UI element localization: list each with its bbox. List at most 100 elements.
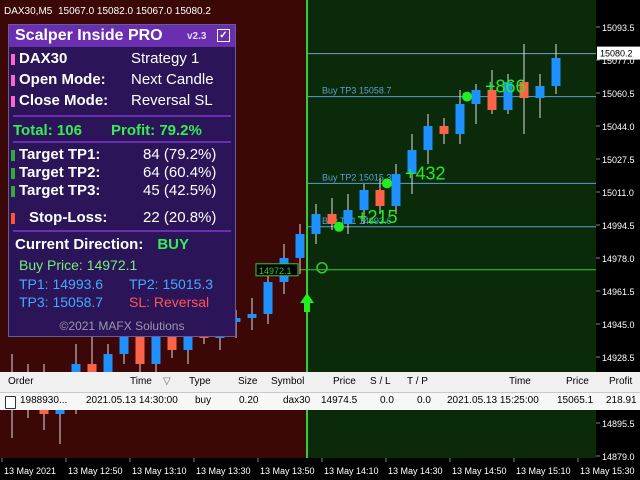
candle-body <box>295 234 305 258</box>
close-mode-value: Reversal SL <box>131 92 213 109</box>
panel-version: v2.3 <box>187 31 207 42</box>
info-tp3: TP3: 15058.7 <box>19 294 104 310</box>
candle-body <box>263 282 273 314</box>
x-tick-label: 13 May 13:50 <box>260 466 315 476</box>
table-row[interactable]: 1988930... 2021.05.13 14:30:00 buy 0.20 … <box>0 393 640 410</box>
current-direction: Current Direction: BUY <box>15 236 189 253</box>
y-tick-label: 14961.5 <box>602 287 635 297</box>
col-close-price[interactable]: Price <box>566 376 589 387</box>
tp-line-label: Buy TP3 15058.7 <box>322 86 391 96</box>
profit-label: +866 <box>485 77 526 97</box>
col-sl[interactable]: S / L <box>370 376 391 387</box>
candle-body <box>551 58 561 86</box>
tp2-value: 64 (60.4%) <box>143 164 217 181</box>
candle-body <box>455 104 465 134</box>
candle-body <box>471 90 481 104</box>
col-type[interactable]: Type <box>189 376 211 387</box>
col-size[interactable]: Size <box>238 376 257 387</box>
info-tp2: TP2: 15015.3 <box>129 276 214 292</box>
candle-body <box>311 214 321 234</box>
x-tick-label: 13 May 15:10 <box>516 466 571 476</box>
divider <box>13 141 231 143</box>
cell-size: 0.20 <box>239 395 259 406</box>
candle-body <box>535 86 545 98</box>
y-tick-label: 14895.5 <box>602 419 635 429</box>
marker-icon <box>11 54 15 65</box>
close-mode-label: Close Mode: <box>19 92 109 109</box>
candle-body <box>439 126 449 134</box>
candle-body <box>343 210 353 224</box>
info-sl: SL: Reversal <box>129 294 210 310</box>
sort-icon[interactable]: ▽ <box>163 376 171 387</box>
ticket-icon <box>5 396 16 409</box>
profit-label: +432 <box>405 163 446 183</box>
panel-row-symbol: DAX30 Strategy 1 <box>9 50 235 68</box>
tp2-label: Target TP2: <box>19 164 101 181</box>
tp3-label: Target TP3: <box>19 182 101 199</box>
panel-row-tp2: Target TP2: 64 (60.4%) <box>9 164 235 182</box>
y-tick-label: 14879.0 <box>602 452 635 462</box>
y-tick-label: 14994.5 <box>602 221 635 231</box>
direction-value: BUY <box>157 236 190 253</box>
direction-label: Current Direction: <box>15 236 144 253</box>
panel-row-tp3: Target TP3: 45 (42.5%) <box>9 182 235 200</box>
entry-price-label: 14972.1 <box>259 266 292 276</box>
col-close-time[interactable]: Time <box>509 376 531 387</box>
chart-ohlc: 15067.0 15082.0 15067.0 15080.2 <box>58 6 211 17</box>
sl-value: 22 (20.8%) <box>143 209 217 226</box>
y-tick-label: 15027.5 <box>602 155 635 165</box>
col-tp[interactable]: T / P <box>407 376 428 387</box>
marker-icon <box>11 75 15 86</box>
panel-row-close-mode: Close Mode: Reversal SL <box>9 92 235 110</box>
cell-sl: 0.0 <box>380 395 394 406</box>
total-count: Total: 106 <box>13 122 82 139</box>
panel-symbol: DAX30 <box>19 50 68 67</box>
cell-order: 1988930... <box>20 395 68 406</box>
buy-price: Buy Price: 14972.1 <box>19 257 138 273</box>
copyright: ©2021 MAFX Solutions <box>59 319 185 333</box>
orders-table: Order Time ▽ Type Size Symbol Price S / … <box>0 372 640 410</box>
y-tick-label: 14978.0 <box>602 254 635 264</box>
y-tick-label: 15044.0 <box>602 122 635 132</box>
marker-icon <box>11 150 15 161</box>
candle-body <box>423 126 433 150</box>
cell-profit: 218.91 <box>606 395 637 406</box>
x-tick-label: 13 May 15:30 <box>580 466 635 476</box>
col-price[interactable]: Price <box>333 376 356 387</box>
y-tick-label: 15093.5 <box>602 23 635 33</box>
cell-close-price: 15065.1 <box>557 395 594 406</box>
profit-label: +215 <box>357 207 398 227</box>
tp1-label: Target TP1: <box>19 146 101 163</box>
panel-checkbox-icon[interactable]: ✓ <box>217 29 230 42</box>
total-profit: Profit: 79.2% <box>111 122 202 139</box>
col-symbol[interactable]: Symbol <box>271 376 304 387</box>
current-price-label: 15080.2 <box>600 49 633 59</box>
x-tick-label: 13 May 13:10 <box>132 466 187 476</box>
y-tick-label: 14945.0 <box>602 320 635 330</box>
candle-body <box>391 174 401 206</box>
col-profit[interactable]: Profit <box>609 376 632 387</box>
cell-type: buy <box>195 395 212 406</box>
y-tick-label: 14928.5 <box>602 353 635 363</box>
orders-header: Order Time ▽ Type Size Symbol Price S / … <box>0 372 640 393</box>
cell-tp: 0.0 <box>417 395 431 406</box>
total-row: Total: 106 Profit: 79.2% <box>13 121 231 141</box>
candle-body <box>247 314 257 318</box>
col-order[interactable]: Order <box>8 376 34 387</box>
tp-hit-dot <box>334 221 344 232</box>
scalper-panel: Scalper Inside PRO v2.3 ✓ DAX30 Strategy… <box>8 24 236 337</box>
tp1-value: 84 (79.2%) <box>143 146 217 163</box>
x-tick-label: 13 May 13:30 <box>196 466 251 476</box>
col-time[interactable]: Time <box>130 376 152 387</box>
panel-header[interactable]: Scalper Inside PRO v2.3 ✓ <box>9 25 235 47</box>
tp-hit-dot <box>382 178 392 189</box>
marker-icon <box>11 213 15 224</box>
x-tick-label: 13 May 2021 <box>4 466 56 476</box>
cell-close-time: 2021.05.13 15:25:00 <box>447 395 539 406</box>
divider <box>13 230 231 232</box>
info-tp1: TP1: 14993.6 <box>19 276 104 292</box>
tp-line-label: Buy TP2 15015.3 <box>322 172 391 182</box>
marker-icon <box>11 168 15 179</box>
candle-body <box>327 214 337 224</box>
open-mode-value: Next Candle <box>131 71 214 88</box>
